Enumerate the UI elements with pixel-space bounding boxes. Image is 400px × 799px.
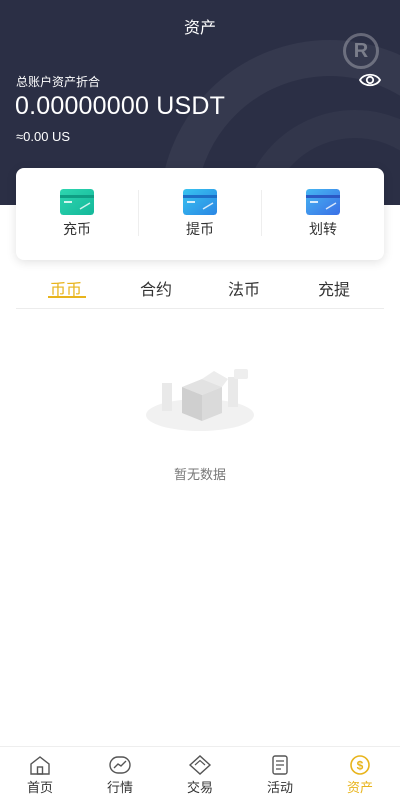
tab-fiat[interactable]: 法币 [214, 276, 274, 300]
withdraw-button[interactable]: 提币 [139, 168, 261, 260]
trade-icon [188, 755, 212, 775]
nav-activity-label: 活动 [266, 781, 293, 796]
market-icon [109, 756, 131, 774]
nav-trade[interactable]: 交易 [160, 747, 240, 799]
deposit-card-icon [60, 189, 94, 215]
nav-activity[interactable]: 活动 [240, 747, 320, 799]
home-icon [30, 756, 50, 775]
empty-box-icon [146, 369, 254, 431]
eye-icon[interactable] [358, 70, 382, 90]
withdraw-card-icon [183, 189, 217, 215]
activity-icon [272, 755, 288, 775]
nav-assets-label: 资产 [346, 781, 373, 796]
empty-state-text: 暂无数据 [173, 468, 226, 483]
nav-home[interactable]: 首页 [0, 747, 80, 799]
transfer-card-icon [306, 189, 340, 215]
nav-home-label: 首页 [26, 781, 53, 796]
svg-text:$: $ [357, 759, 364, 773]
action-card: 充币 提币 划转 [16, 168, 384, 260]
page-title: 资产 [183, 18, 216, 37]
nav-assets[interactable]: $ 资产 [320, 747, 400, 799]
withdraw-label: 提币 [186, 222, 214, 238]
nav-market[interactable]: 行情 [80, 747, 160, 799]
nav-market-label: 行情 [106, 781, 133, 796]
total-assets-label: 总账户资产折合 [16, 75, 101, 89]
approx-fiat-value: ≈0.00 US [16, 129, 71, 144]
tab-deposit-withdraw[interactable]: 充提 [304, 276, 364, 300]
nav-trade-label: 交易 [186, 781, 213, 796]
total-assets-value: 0.00000000 USDT [15, 92, 226, 120]
assets-icon: $ [350, 755, 370, 775]
transfer-button[interactable]: 划转 [262, 168, 384, 260]
transfer-label: 划转 [309, 222, 337, 238]
deposit-label: 充币 [63, 222, 91, 238]
bottom-nav: 首页 行情 交易 活动 $ 资产 [0, 746, 400, 799]
brand-logo-icon: R [343, 33, 379, 69]
deposit-button[interactable]: 充币 [16, 168, 138, 260]
tab-contract[interactable]: 合约 [126, 276, 186, 300]
active-tab-indicator [48, 296, 86, 298]
account-tabs: 币币 合约 法币 充提 [16, 270, 384, 309]
